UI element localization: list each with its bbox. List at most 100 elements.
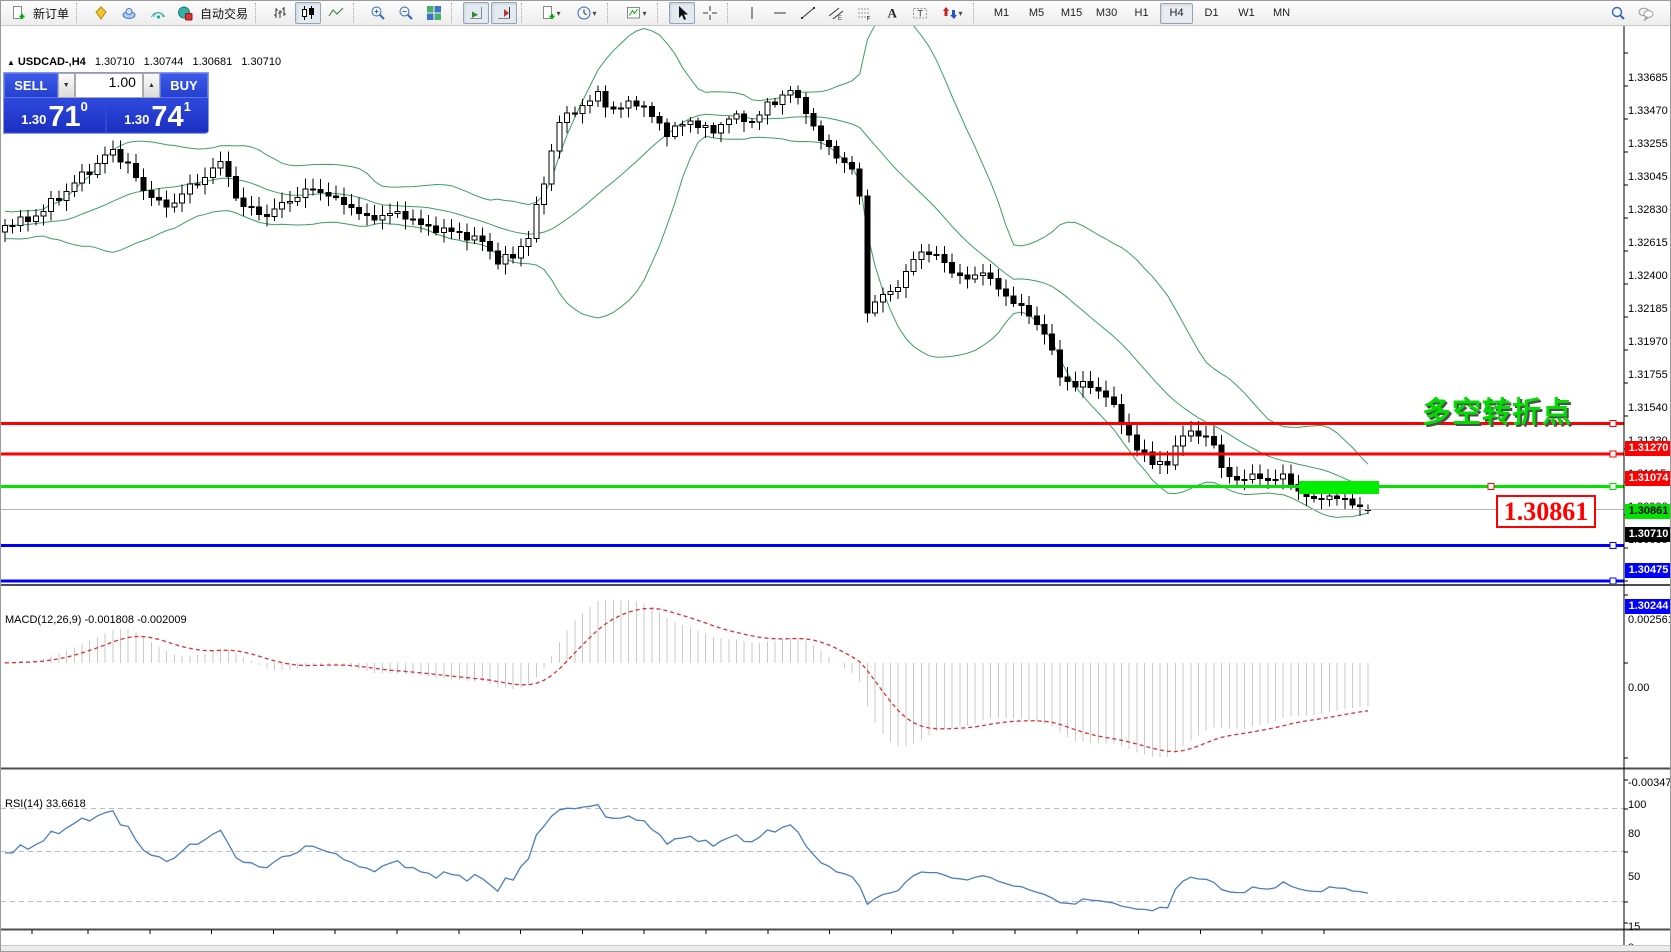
- sell-price-big: 71: [48, 104, 80, 130]
- zoom-in-icon: [370, 5, 386, 21]
- level-price-label: 1.30244: [1625, 599, 1671, 614]
- chart-window[interactable]: ▲USDCAD-,H4 1.30710 1.30744 1.30681 1.30…: [1, 26, 1671, 952]
- tile-windows-button[interactable]: [421, 2, 447, 24]
- trendline-button[interactable]: [795, 2, 821, 24]
- arrows-icon: [942, 5, 958, 21]
- sell-price-display[interactable]: 1.30 71 0: [4, 99, 105, 132]
- turning-point-annotation[interactable]: 多空转折点: [1422, 389, 1572, 431]
- timeframe-mn-button[interactable]: MN: [1265, 3, 1298, 24]
- autotrading-button-label[interactable]: 自动交易: [200, 5, 248, 22]
- signals-button[interactable]: [144, 2, 170, 24]
- level-price-label: 1.31270: [1625, 441, 1671, 456]
- new-order-button[interactable]: [5, 2, 31, 24]
- fibo-icon: F: [856, 5, 872, 21]
- toolbar-separator: [727, 3, 735, 23]
- zoom-in-button[interactable]: [365, 2, 391, 24]
- channel-button[interactable]: E: [823, 2, 849, 24]
- chartshift-icon: [496, 5, 512, 21]
- macd-value-signal: -0.002009: [137, 614, 187, 626]
- buy-price-display[interactable]: 1.30 74 1: [107, 99, 208, 132]
- svg-text:T: T: [918, 9, 924, 19]
- price-axis-tick[interactable]: 1.31970: [1628, 335, 1671, 349]
- rsi-value: 33.6618: [46, 798, 86, 810]
- marketwatch-button[interactable]: [88, 2, 114, 24]
- toolbar-separator: [607, 3, 615, 23]
- mt4-terminal-window: 新订单 自动交易 ▾ ▾ ▾ E FA T ▾ M1M5M15M30H1H4D1W1MN ▲USD…: [0, 0, 1671, 952]
- price-axis-tick[interactable]: 1.33685: [1628, 71, 1671, 85]
- price-axis-tick[interactable]: 1.33470: [1628, 104, 1671, 118]
- price-axis-tick[interactable]: 1.32400: [1628, 269, 1671, 283]
- volume-down-button[interactable]: ▼: [58, 73, 75, 98]
- candlestick-chart-button[interactable]: [295, 2, 321, 24]
- toolbar-separator: [521, 3, 529, 23]
- doc-plus-icon: [10, 5, 26, 21]
- tile-icon: [426, 5, 442, 21]
- line-chart-button[interactable]: [323, 2, 349, 24]
- sell-button[interactable]: SELL: [4, 73, 58, 98]
- price-axis-tick[interactable]: 1.33045: [1628, 170, 1671, 184]
- zoom-out-button[interactable]: [393, 2, 419, 24]
- chart-title-bar: ▲USDCAD-,H4 1.30710 1.30744 1.30681 1.30…: [7, 56, 281, 68]
- fibonacci-button[interactable]: F: [851, 2, 877, 24]
- candles-icon: [300, 5, 316, 21]
- macd-header: MACD(12,26,9) -0.001808 -0.002009: [5, 614, 187, 626]
- cursor-button[interactable]: [669, 2, 695, 24]
- volume-input[interactable]: 1.00: [75, 73, 143, 98]
- chevron-down-icon: ▾: [593, 9, 597, 18]
- clock-icon: [576, 5, 592, 21]
- bar-chart-button[interactable]: [267, 2, 293, 24]
- search-icon: [1610, 5, 1626, 21]
- price-axis-tick[interactable]: 1.31540: [1628, 401, 1671, 415]
- chat-button[interactable]: [1633, 2, 1659, 24]
- horizontal-line-button[interactable]: [767, 2, 793, 24]
- timeframe-m1-button[interactable]: M1: [985, 3, 1018, 24]
- autotrading-button[interactable]: [172, 2, 198, 24]
- signal-icon: [149, 5, 165, 21]
- search-button[interactable]: [1605, 2, 1631, 24]
- text-button[interactable]: A: [879, 2, 905, 24]
- crosshair-icon: [702, 5, 718, 21]
- community-button[interactable]: [116, 2, 142, 24]
- svg-text:E: E: [838, 16, 842, 21]
- timeframe-h1-button[interactable]: H1: [1125, 3, 1158, 24]
- chevron-down-icon: ▾: [959, 9, 963, 18]
- buy-button[interactable]: BUY: [160, 73, 208, 98]
- timeframe-m30-button[interactable]: M30: [1090, 3, 1123, 24]
- price-axis-tick[interactable]: 1.32830: [1628, 203, 1671, 217]
- ohlc-high: 1.30744: [144, 56, 184, 68]
- buy-price-small: 1.30: [124, 110, 149, 130]
- label-icon: T: [912, 5, 928, 21]
- new-order-button-label[interactable]: 新订单: [33, 5, 69, 22]
- volume-up-button[interactable]: ▲: [143, 73, 160, 98]
- rsi-axis-tick: 15: [1628, 920, 1671, 934]
- auto-scroll-button[interactable]: [463, 2, 489, 24]
- price-chart-canvas[interactable]: [1, 26, 1671, 952]
- chevron-down-icon: ▾: [643, 9, 647, 18]
- profiles-button[interactable]: ▾: [569, 2, 603, 24]
- one-click-trading-panel: SELL ▼ 1.00 ▲ BUY 1.30 71 0 1.30 74 1: [3, 72, 209, 134]
- autoscroll-icon: [468, 5, 484, 21]
- price-axis-tick[interactable]: 1.33255: [1628, 137, 1671, 151]
- zoom-out-icon: [398, 5, 414, 21]
- macd-axis-zero: 0.00: [1628, 681, 1671, 695]
- crosshair-button[interactable]: [697, 2, 723, 24]
- collapse-icon[interactable]: ▲: [7, 58, 15, 67]
- price-axis-tick[interactable]: 1.31755: [1628, 368, 1671, 382]
- sell-price-small: 1.30: [21, 110, 46, 130]
- key-level-price-label[interactable]: 1.30861: [1496, 495, 1596, 528]
- chart-shift-button[interactable]: [491, 2, 517, 24]
- price-axis-tick[interactable]: 1.32185: [1628, 302, 1671, 316]
- timeframe-m15-button[interactable]: M15: [1055, 3, 1088, 24]
- timeframe-m5-button[interactable]: M5: [1020, 3, 1053, 24]
- label-button[interactable]: T: [907, 2, 933, 24]
- timeframe-d1-button[interactable]: D1: [1195, 3, 1228, 24]
- toolbar-separator: [76, 3, 84, 23]
- current-price-label: 1.30710: [1625, 527, 1671, 542]
- timeframe-w1-button[interactable]: W1: [1230, 3, 1263, 24]
- timeframe-h4-button[interactable]: H4: [1160, 3, 1193, 24]
- vertical-line-button[interactable]: [739, 2, 765, 24]
- new-chart-button[interactable]: ▾: [533, 2, 567, 24]
- indicators-button[interactable]: ▾: [619, 2, 653, 24]
- price-axis-tick[interactable]: 1.32615: [1628, 236, 1671, 250]
- arrows-button[interactable]: ▾: [935, 2, 969, 24]
